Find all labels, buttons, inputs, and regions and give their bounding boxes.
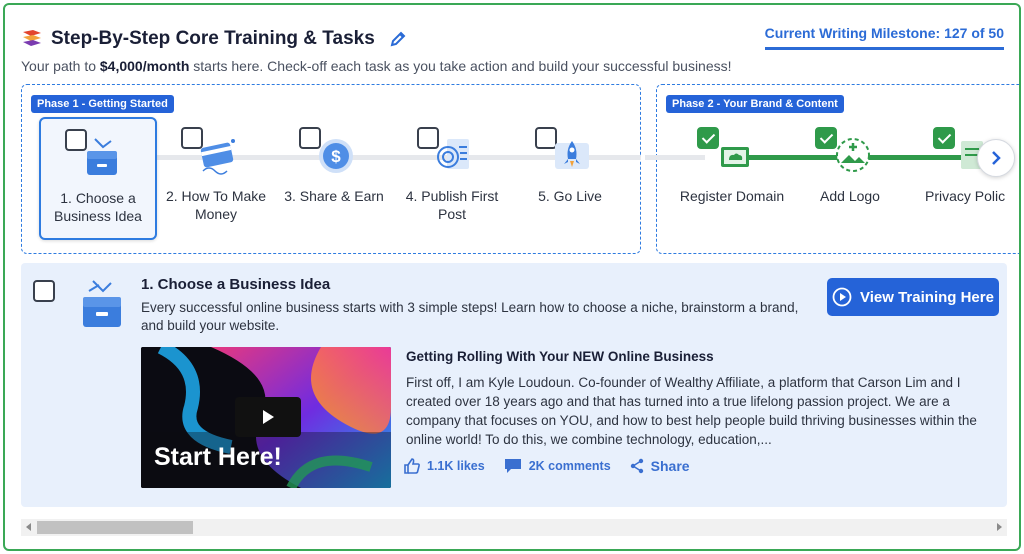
step-share-and-earn[interactable]: $ 3. Share & Earn bbox=[275, 117, 393, 240]
dollar-coin-icon: $ bbox=[319, 139, 353, 173]
likes-count: 1.1K likes bbox=[427, 459, 485, 473]
social-actions: 1.1K likes 2K comments Share bbox=[403, 457, 690, 475]
comment-bubble-icon bbox=[504, 459, 521, 473]
chevron-right-icon bbox=[992, 151, 1001, 165]
thumbs-up-icon bbox=[404, 458, 420, 474]
share-icon bbox=[630, 458, 643, 474]
scroll-left-arrow-icon[interactable] bbox=[26, 523, 31, 531]
page-title: Step-By-Step Core Training & Tasks bbox=[51, 28, 375, 49]
document-icon bbox=[437, 139, 469, 169]
next-steps-button[interactable] bbox=[977, 139, 1015, 177]
video-play-button[interactable] bbox=[235, 397, 301, 437]
step-privacy-policy[interactable]: Privacy Polic bbox=[909, 117, 1019, 240]
view-training-label: View Training Here bbox=[860, 288, 994, 306]
phase-1-tag: Phase 1 - Getting Started bbox=[31, 95, 174, 113]
subtitle-amount: $4,000/month bbox=[99, 58, 190, 74]
scrollbar-thumb[interactable] bbox=[37, 521, 193, 534]
drawer-icon bbox=[87, 138, 117, 175]
comments-count: 2K comments bbox=[528, 459, 611, 473]
credit-card-icon bbox=[200, 139, 235, 175]
training-card: Step-By-Step Core Training & Tasks Your … bbox=[3, 3, 1021, 551]
subtitle-prefix: Your path to bbox=[21, 58, 100, 74]
subtitle-suffix: starts here. Check-off each task as you … bbox=[189, 58, 732, 74]
title-row: Step-By-Step Core Training & Tasks bbox=[21, 25, 407, 53]
step-detail-panel: 1. Choose a Business Idea Every successf… bbox=[21, 263, 1007, 507]
stack-logo-icon bbox=[23, 30, 41, 46]
logo-upload-icon bbox=[836, 138, 870, 172]
rocket-icon bbox=[555, 141, 589, 169]
detail-description: Every successful online business starts … bbox=[141, 300, 799, 333]
privacy-policy-label: Privacy Polic bbox=[925, 188, 1006, 204]
drawer-icon bbox=[83, 280, 121, 327]
step-5-label: 5. Go Live bbox=[538, 188, 602, 204]
step-choose-business-idea[interactable]: 1. Choose a Business Idea bbox=[39, 117, 157, 240]
post-excerpt: First off, I am Kyle Loudoun. Co-founder… bbox=[406, 375, 977, 447]
step-publish-first-post[interactable]: 4. Publish First Post bbox=[393, 117, 511, 240]
comments-button[interactable]: 2K comments bbox=[503, 457, 611, 475]
likes-button[interactable]: 1.1K likes bbox=[403, 457, 485, 475]
step-go-live[interactable]: 5. Go Live bbox=[511, 117, 629, 240]
detail-complete-checkbox[interactable] bbox=[33, 280, 55, 302]
step-1-label: 1. Choose a Business Idea bbox=[54, 190, 142, 224]
step-2-label: 2. How To Make Money bbox=[165, 188, 267, 222]
scroll-right-arrow-icon[interactable] bbox=[997, 523, 1002, 531]
svg-text:$: $ bbox=[331, 147, 341, 166]
horizontal-scrollbar[interactable] bbox=[21, 519, 1007, 536]
page-subtitle: Your path to $4,000/month starts here. C… bbox=[21, 58, 732, 74]
phase-2-tag: Phase 2 - Your Brand & Content bbox=[666, 95, 844, 113]
step-add-logo[interactable]: Add Logo bbox=[791, 117, 909, 240]
video-thumbnail[interactable]: Start Here! bbox=[141, 347, 391, 488]
post-title-link[interactable]: Getting Rolling With Your NEW Online Bus… bbox=[406, 349, 714, 364]
play-circle-icon bbox=[832, 287, 852, 307]
domain-icon bbox=[721, 147, 749, 167]
edit-pencil-icon[interactable] bbox=[389, 30, 407, 48]
share-button[interactable]: Share bbox=[629, 458, 690, 474]
share-label: Share bbox=[650, 458, 690, 474]
video-caption: Start Here! bbox=[154, 443, 282, 471]
writing-milestone-link[interactable]: Current Writing Milestone: 127 of 50 bbox=[764, 25, 1004, 50]
register-domain-label: Register Domain bbox=[679, 188, 785, 204]
view-training-button[interactable]: View Training Here bbox=[827, 278, 999, 316]
step-4-label: 4. Publish First Post bbox=[405, 188, 499, 222]
step-3-label: 3. Share & Earn bbox=[284, 188, 384, 204]
step-register-domain[interactable]: Register Domain bbox=[673, 117, 791, 240]
play-icon bbox=[263, 410, 274, 424]
detail-title: 1. Choose a Business Idea bbox=[141, 276, 331, 293]
step-how-to-make-money[interactable]: 2. How To Make Money bbox=[157, 117, 275, 240]
add-logo-label: Add Logo bbox=[820, 188, 880, 204]
